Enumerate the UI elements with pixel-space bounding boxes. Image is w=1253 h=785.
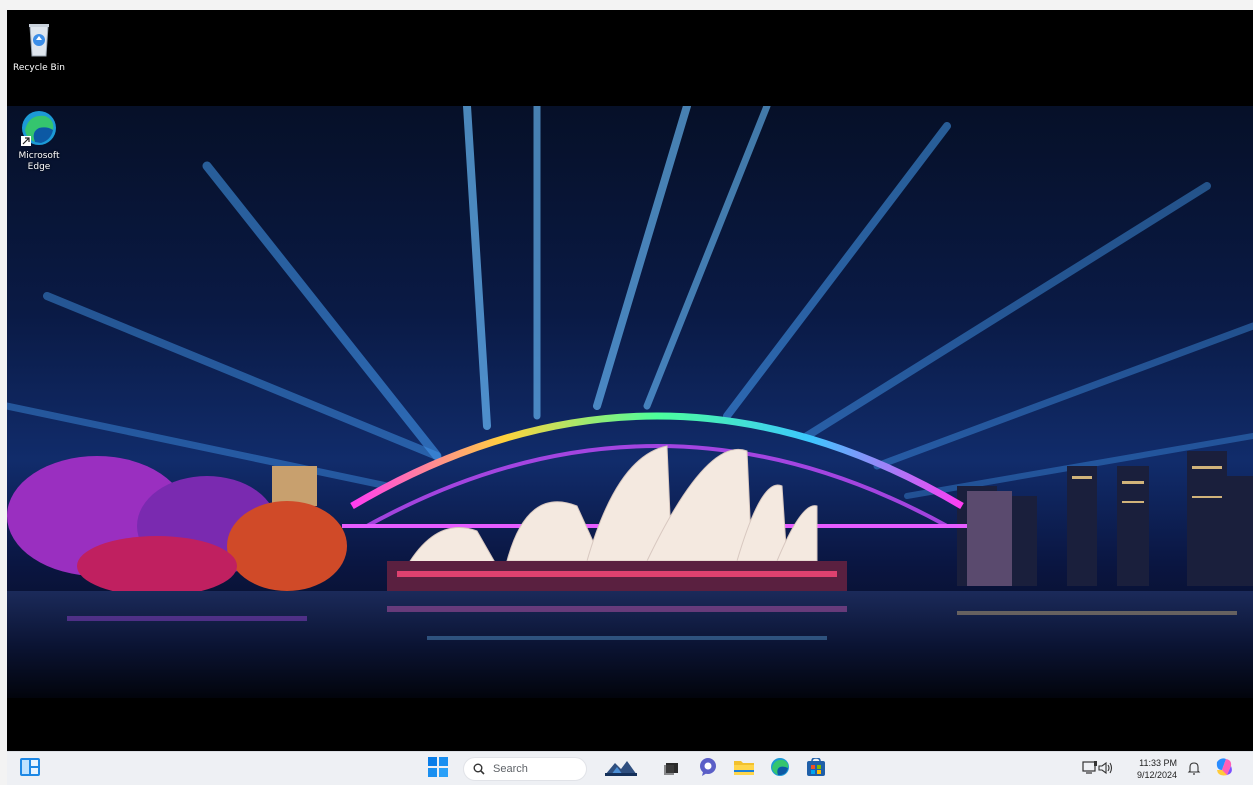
notifications-button[interactable] xyxy=(1183,758,1205,780)
clock-date: 9/12/2024 xyxy=(1136,770,1177,780)
edge-icon xyxy=(770,757,790,781)
recycle-bin-label: Recycle Bin xyxy=(13,63,65,73)
microsoft-store-icon xyxy=(807,757,825,780)
bell-icon xyxy=(1187,760,1201,779)
widgets-button[interactable] xyxy=(19,758,41,780)
desktop-icon-microsoft-edge[interactable]: Microsoft Edge xyxy=(7,108,71,173)
search-icon xyxy=(473,763,485,775)
edge-icon xyxy=(19,108,59,148)
volume-button[interactable] xyxy=(1095,758,1117,780)
task-view-button[interactable] xyxy=(661,758,683,780)
desktop-icon-recycle-bin[interactable]: Recycle Bin xyxy=(7,20,71,74)
taskbar: Search 11:33 PM 9/12/2024 xyxy=(7,751,1253,785)
widgets-icon xyxy=(20,758,40,780)
search-box[interactable]: Search xyxy=(463,757,587,781)
edge-label-line2: Edge xyxy=(27,162,51,172)
recycle-bin-icon xyxy=(19,20,59,60)
microsoft-store-button[interactable] xyxy=(805,757,827,780)
copilot-icon xyxy=(1213,756,1235,782)
desktop[interactable]: Recycle Bin Microsoft Edge xyxy=(7,10,1253,751)
volume-icon xyxy=(1098,760,1114,779)
clock[interactable]: 11:33 PM 9/12/2024 xyxy=(1117,757,1177,781)
file-explorer-button[interactable] xyxy=(733,758,755,780)
copilot-button[interactable] xyxy=(1213,758,1235,780)
start-button[interactable] xyxy=(427,757,449,781)
edge-taskbar-button[interactable] xyxy=(769,758,791,780)
search-placeholder: Search xyxy=(493,763,528,775)
chat-button[interactable] xyxy=(697,758,719,780)
clock-time: 11:33 PM xyxy=(1139,758,1177,768)
task-view-icon xyxy=(664,760,680,779)
file-explorer-icon xyxy=(734,758,754,780)
copilot-landscape-icon xyxy=(605,757,637,781)
chat-icon xyxy=(698,757,718,781)
desktop-wallpaper xyxy=(7,106,1253,698)
windows-start-icon xyxy=(428,757,448,781)
copilot-landscape-button[interactable] xyxy=(605,758,637,780)
edge-label-line1: Microsoft xyxy=(18,151,60,161)
